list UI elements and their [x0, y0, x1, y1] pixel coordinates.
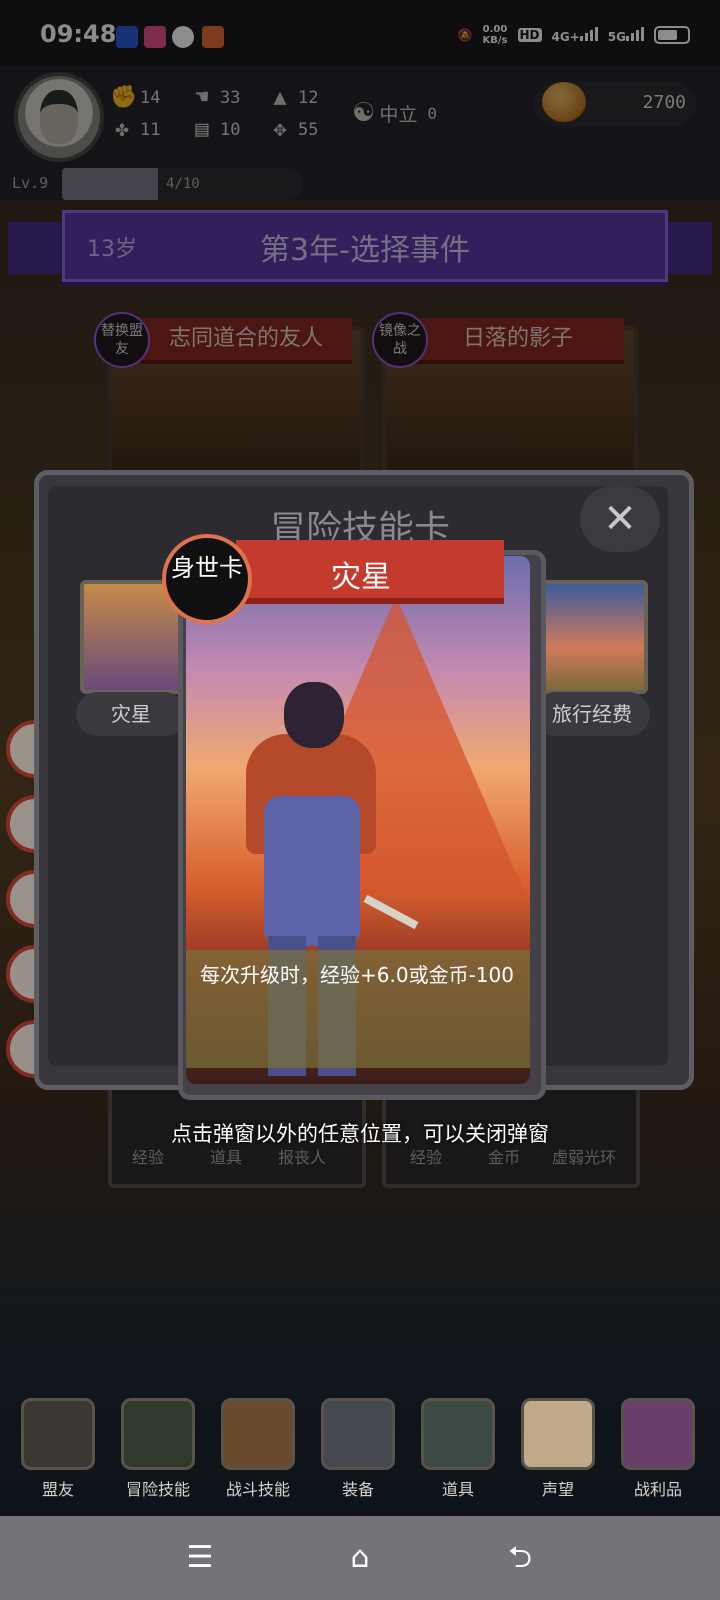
menu-icon: ☰ — [186, 1540, 214, 1575]
card-label-left: 灾星 — [76, 692, 186, 736]
back-icon: ⮌ — [507, 1540, 533, 1575]
gloves-icon — [21, 1398, 95, 1470]
scroll-icon — [521, 1398, 595, 1470]
nav-adventure-skills[interactable]: 冒险技能 — [116, 1398, 200, 1500]
nav-loot[interactable]: 战利品 — [616, 1398, 700, 1500]
nav-allies[interactable]: 盟友 — [16, 1398, 100, 1500]
nav-reputation[interactable]: 声望 — [516, 1398, 600, 1500]
card-thumbnail-right[interactable] — [540, 580, 648, 694]
card-description: 每次升级时，经验+6.0或金币-100 — [186, 950, 530, 1068]
crossed-swords-icon — [321, 1398, 395, 1470]
back-button[interactable]: ⮌ — [500, 1540, 540, 1576]
recent-apps-button[interactable]: ☰ — [180, 1540, 220, 1576]
treasure-chest-icon — [621, 1398, 695, 1470]
nav-items[interactable]: 道具 — [416, 1398, 500, 1500]
close-hint: 点击弹窗以外的任意位置，可以关闭弹窗 — [171, 1122, 549, 1146]
sword-icon — [363, 894, 419, 930]
nav-battle-skills[interactable]: 战斗技能 — [216, 1398, 300, 1500]
home-button[interactable]: ⌂ — [340, 1540, 380, 1576]
card-type-badge: 身世卡 — [162, 534, 252, 624]
card-name: 灾星 — [331, 560, 391, 595]
home-icon: ⌂ — [350, 1540, 370, 1575]
close-icon: ✕ — [603, 496, 637, 542]
hero-body — [264, 796, 360, 946]
nav-equipment[interactable]: 装备 — [316, 1398, 400, 1500]
backpack-icon — [221, 1398, 295, 1470]
satchel-icon — [421, 1398, 495, 1470]
spellbook-icon — [121, 1398, 195, 1470]
hero-head — [284, 682, 344, 748]
card-label-right: 旅行经费 — [534, 692, 650, 736]
close-button[interactable]: ✕ — [580, 486, 660, 552]
